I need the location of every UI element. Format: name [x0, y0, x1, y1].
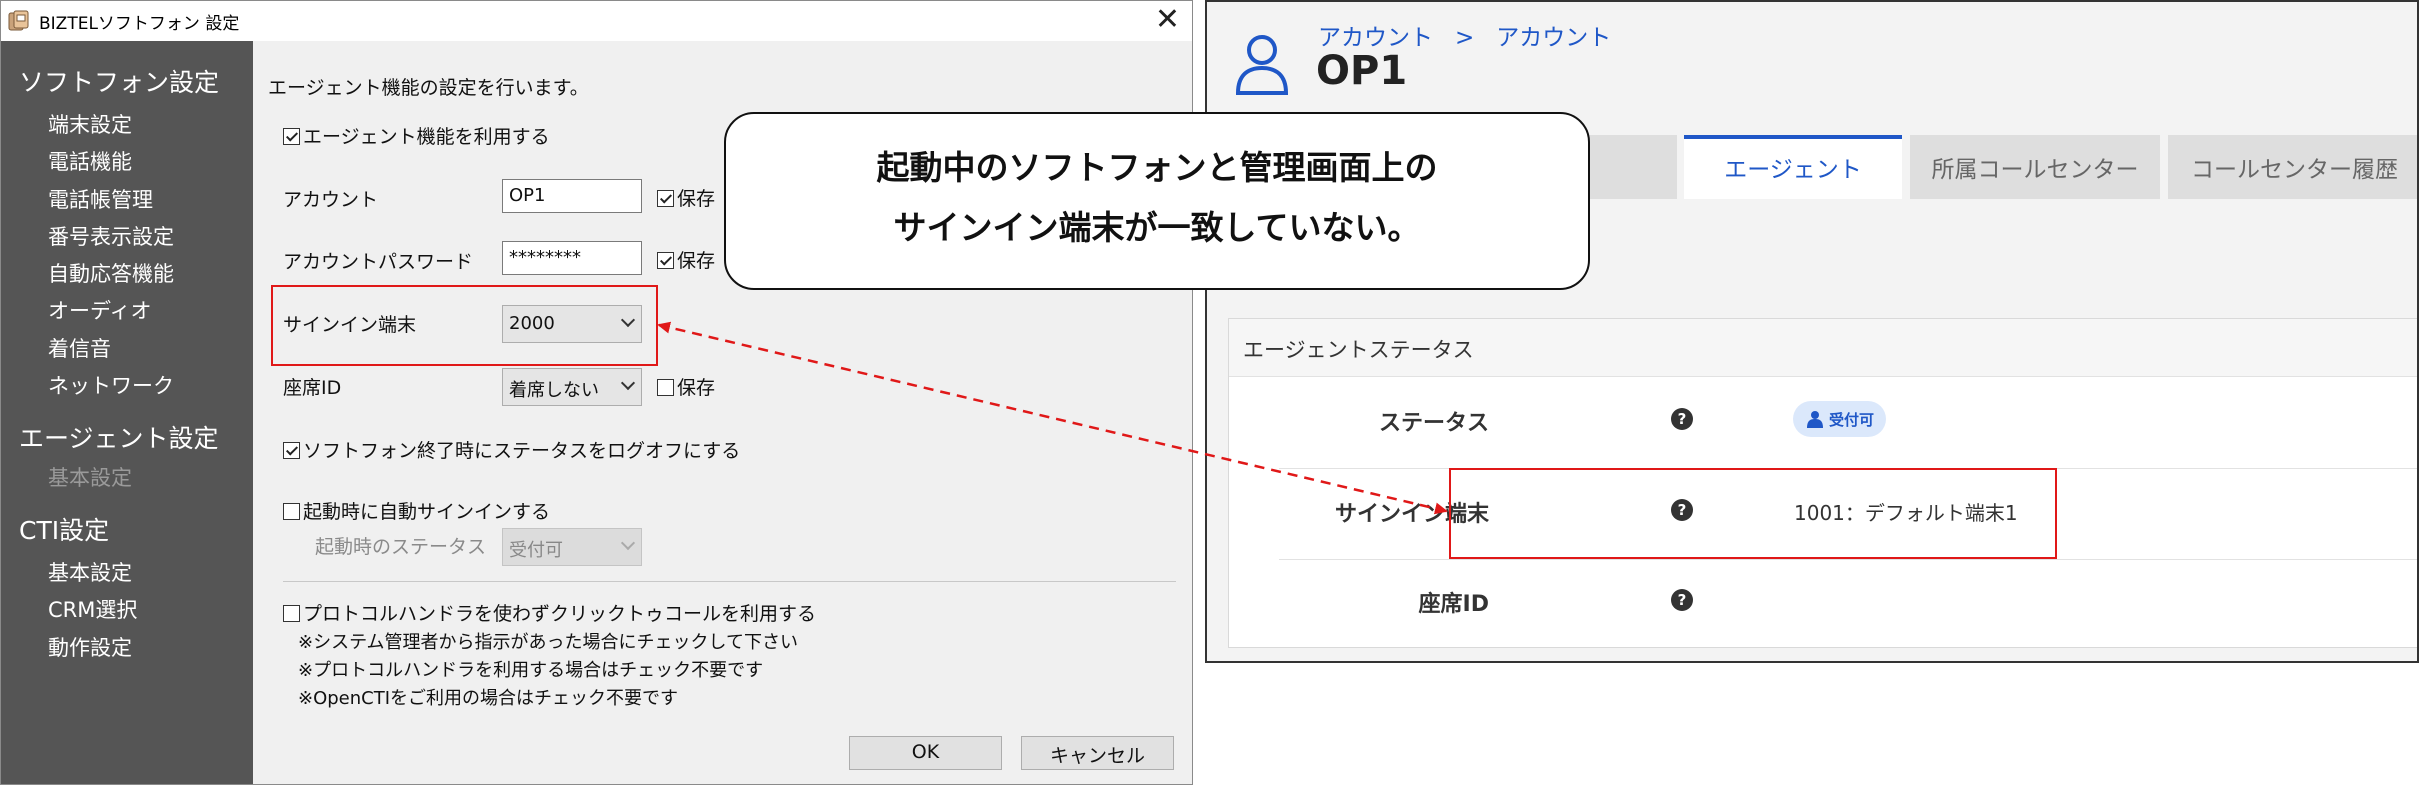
sidebar-section-agent[interactable]: エージェント設定 — [19, 419, 219, 455]
user-icon — [1807, 411, 1823, 428]
password-input[interactable]: ******** — [502, 241, 642, 275]
sidebar-item-cti-basic[interactable]: 基本設定 — [48, 557, 132, 587]
card-header: エージェントステータス — [1229, 319, 2417, 377]
title-bar: BIZTELソフトフォン 設定 ✕ — [1, 1, 1192, 41]
seat-id-select[interactable]: 着席しない — [502, 368, 642, 406]
click-to-call-label: プロトコルハンドラを使わずクリックトゥコールを利用する — [303, 603, 817, 625]
window-title: BIZTELソフトフォン 設定 — [39, 14, 240, 34]
password-save-option[interactable]: 保存 — [657, 246, 715, 273]
logoff-on-exit-label: ソフトフォン終了時にステータスをログオフにする — [303, 440, 741, 462]
user-icon — [1235, 35, 1289, 95]
seat-id-label: 座席ID — [283, 377, 342, 399]
sidebar-item-number-display[interactable]: 番号表示設定 — [48, 221, 174, 251]
breadcrumb-separator: > — [1455, 25, 1475, 51]
page-title: OP1 — [1316, 48, 1408, 94]
account-label: アカウント — [283, 189, 379, 211]
note-line: ※システム管理者から指示があった場合にチェックして下さい — [298, 632, 798, 653]
settings-sidebar: ソフトフォン設定 端末設定 電話機能 電話帳管理 番号表示設定 自動応答機能 オ… — [1, 41, 253, 784]
startup-status-value: 受付可 — [509, 540, 563, 561]
sidebar-section-softphone[interactable]: ソフトフォン設定 — [19, 63, 219, 99]
help-icon[interactable]: ? — [1671, 589, 1693, 611]
password-save-checkbox[interactable] — [657, 252, 674, 269]
logoff-on-exit-checkbox[interactable] — [283, 442, 300, 459]
breadcrumb-link[interactable]: アカウント — [1496, 25, 1611, 51]
account-save-checkbox[interactable] — [657, 190, 674, 207]
signin-terminal-value: 2000 — [509, 313, 555, 334]
chevron-down-icon — [620, 535, 636, 551]
sidebar-item-network[interactable]: ネットワーク — [48, 370, 174, 400]
auto-signin-checkbox[interactable] — [283, 503, 300, 520]
seat-id-save-label: 保存 — [677, 377, 716, 399]
signin-terminal-select[interactable]: 2000 — [502, 305, 642, 343]
close-icon[interactable]: ✕ — [1155, 3, 1180, 37]
row-divider — [1279, 559, 2417, 560]
sidebar-item-auto-answer[interactable]: 自動応答機能 — [48, 258, 174, 288]
use-agent-checkbox[interactable] — [283, 128, 300, 145]
section-divider — [283, 581, 1176, 582]
password-label: アカウントパスワード — [283, 251, 474, 273]
breadcrumb: アカウント > アカウント — [1318, 18, 1611, 52]
sidebar-section-cti[interactable]: CTI設定 — [19, 511, 109, 547]
account-save-option[interactable]: 保存 — [657, 184, 715, 211]
chevron-down-icon — [620, 375, 636, 391]
status-label: ステータス — [1378, 411, 1489, 436]
startup-status-label: 起動時のステータス — [315, 536, 487, 558]
password-save-label: 保存 — [677, 250, 716, 272]
help-icon[interactable]: ? — [1671, 408, 1693, 430]
sidebar-item-phone-functions[interactable]: 電話機能 — [48, 146, 132, 176]
sidebar-item-crm-select[interactable]: CRM選択 — [48, 594, 137, 624]
tab-agent[interactable]: エージェント — [1684, 135, 1902, 199]
app-icon — [8, 10, 29, 31]
logoff-on-exit-option[interactable]: ソフトフォン終了時にステータスをログオフにする — [283, 436, 740, 463]
sidebar-item-audio[interactable]: オーディオ — [48, 295, 152, 325]
seat-id-save-option[interactable]: 保存 — [657, 373, 715, 400]
status-value: 受付可 — [1829, 411, 1875, 429]
sidebar-item-agent-basic[interactable]: 基本設定 — [48, 462, 132, 492]
click-to-call-checkbox[interactable] — [283, 605, 300, 622]
agent-settings-description: エージェント機能の設定を行います。 — [268, 77, 589, 99]
tab-call-centers[interactable]: 所属コールセンター — [1910, 135, 2160, 199]
seat-id-save-checkbox[interactable] — [657, 379, 674, 396]
status-badge: 受付可 — [1793, 401, 1887, 437]
mismatch-callout: 起動中のソフトフォンと管理画面上の サインイン端末が一致していない。 — [724, 112, 1590, 290]
sidebar-item-terminal[interactable]: 端末設定 — [48, 109, 132, 139]
sidebar-item-phonebook[interactable]: 電話帳管理 — [48, 184, 153, 214]
use-agent-option[interactable]: エージェント機能を利用する — [283, 122, 550, 149]
account-save-label: 保存 — [677, 188, 716, 210]
callout-line: 起動中のソフトフォンと管理画面上の — [876, 148, 1438, 187]
cancel-button[interactable]: キャンセル — [1021, 736, 1174, 770]
tab-call-center-history[interactable]: コールセンター履歴 — [2168, 135, 2417, 199]
account-input[interactable]: OP1 — [502, 179, 642, 213]
callout-line: サインイン端末が一致していない。 — [893, 208, 1421, 247]
startup-status-select[interactable]: 受付可 — [502, 528, 642, 566]
card-title: エージェントステータス — [1243, 338, 1474, 362]
note-line: ※OpenCTIをご利用の場合はチェック不要です — [298, 688, 679, 709]
chevron-down-icon — [620, 312, 636, 328]
seat-id-label: 座席ID — [1418, 592, 1489, 617]
auto-signin-label: 起動時に自動サインインする — [303, 501, 551, 523]
seat-id-value: 着席しない — [509, 380, 599, 401]
signin-terminal-label: サインイン端末 — [283, 314, 417, 336]
auto-signin-option[interactable]: 起動時に自動サインインする — [283, 497, 550, 524]
use-agent-label: エージェント機能を利用する — [303, 126, 550, 148]
ok-button[interactable]: OK — [849, 736, 1002, 770]
sidebar-item-behavior[interactable]: 動作設定 — [48, 632, 132, 662]
note-line: ※プロトコルハンドラを利用する場合はチェック不要です — [298, 660, 764, 681]
sidebar-item-ringtone[interactable]: 着信音 — [48, 333, 111, 363]
click-to-call-option[interactable]: プロトコルハンドラを使わずクリックトゥコールを利用する — [283, 599, 816, 626]
signin-terminal-highlight — [1449, 468, 2057, 559]
admin-account-page: アカウント>アカウント OP1 TC エージェント 所属コールセンター コールセ… — [1205, 0, 2419, 663]
